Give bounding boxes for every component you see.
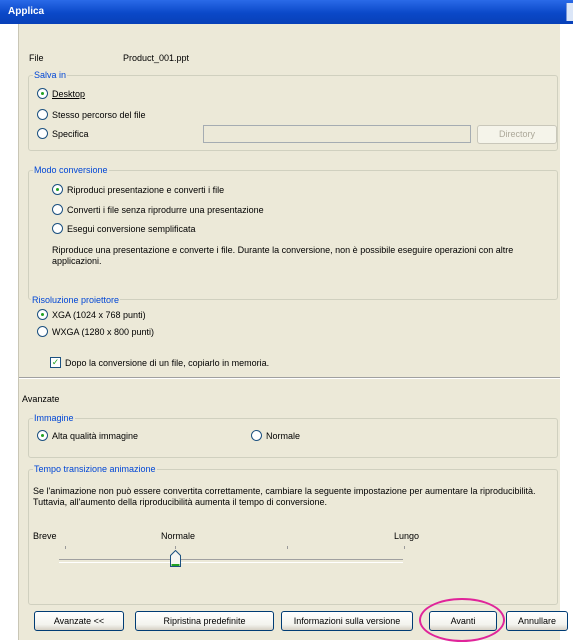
image-high-quality-radio[interactable] [37, 430, 48, 441]
close-button-edge[interactable] [566, 3, 573, 21]
resolution-wxga-label[interactable]: WXGA (1280 x 800 punti) [52, 327, 154, 337]
image-high-quality-label[interactable]: Alta qualità immagine [52, 431, 138, 441]
slider-tick-4 [404, 546, 405, 549]
restore-defaults-button[interactable]: Ripristina predefinite [135, 611, 274, 631]
mode-convert-only-label[interactable]: Converti i file senza riprodurre una pre… [67, 205, 264, 215]
file-name: Product_001.ppt [123, 53, 190, 63]
directory-button[interactable]: Directory [477, 125, 557, 144]
save-in-legend: Salva in [33, 70, 68, 80]
animation-slider-thumb[interactable] [170, 550, 181, 567]
slider-label-short: Breve [33, 531, 57, 541]
save-specify-label[interactable]: Specifica [52, 129, 89, 139]
advanced-title: Avanzate [22, 394, 60, 404]
save-path-input[interactable] [203, 125, 471, 143]
mode-play-convert-radio[interactable] [52, 184, 63, 195]
slider-tick-3 [287, 546, 288, 549]
file-label: File [29, 53, 44, 63]
mode-play-convert-label[interactable]: Riproduci presentazione e converti i fil… [67, 185, 224, 195]
save-same-path-radio[interactable] [37, 109, 48, 120]
section-divider [19, 377, 560, 379]
conversion-mode-legend: Modo conversione [33, 165, 109, 175]
mode-simplified-label[interactable]: Esegui conversione semplificata [67, 224, 196, 234]
copy-to-memory-label[interactable]: Dopo la conversione di un file, copiarlo… [65, 358, 269, 368]
animation-legend: Tempo transizione animazione [33, 464, 157, 474]
animation-slider-track[interactable] [59, 559, 403, 563]
image-normal-label[interactable]: Normale [266, 431, 300, 441]
resolution-xga-radio[interactable] [37, 309, 48, 320]
advanced-toggle-button[interactable]: Avanzate << [34, 611, 124, 631]
slider-tick-2 [175, 546, 176, 549]
image-normal-radio[interactable] [251, 430, 262, 441]
slider-label-normal: Normale [161, 531, 196, 541]
slider-label-long: Lungo [394, 531, 420, 541]
mode-convert-only-radio[interactable] [52, 204, 63, 215]
copy-to-memory-checkbox[interactable]: ✓ [50, 357, 61, 368]
version-info-button[interactable]: Informazioni sulla versione [281, 611, 413, 631]
cancel-button[interactable]: Annullare [506, 611, 568, 631]
save-same-path-label[interactable]: Stesso percorso del file [52, 110, 146, 120]
resolution-wxga-radio[interactable] [37, 326, 48, 337]
save-desktop-radio[interactable] [37, 88, 48, 99]
image-legend: Immagine [33, 413, 75, 423]
title-bar: Applica [0, 0, 573, 24]
animation-description: Se l'animazione non può essere convertit… [33, 486, 536, 507]
resolution-group: Risoluzione proiettore [28, 295, 556, 346]
next-button-highlight-ring [419, 598, 505, 642]
slider-tick-1 [65, 546, 66, 549]
save-specify-radio[interactable] [37, 128, 48, 139]
dialog-body: File Product_001.ppt Salva in Desktop St… [18, 24, 568, 642]
save-desktop-label[interactable]: Desktop [52, 89, 85, 99]
window-title: Applica [8, 6, 45, 17]
resolution-legend: Risoluzione proiettore [31, 295, 121, 305]
conversion-mode-description: Riproduce una presentazione e converte i… [52, 245, 514, 266]
resolution-xga-label[interactable]: XGA (1024 x 768 punti) [52, 310, 146, 320]
mode-simplified-radio[interactable] [52, 223, 63, 234]
